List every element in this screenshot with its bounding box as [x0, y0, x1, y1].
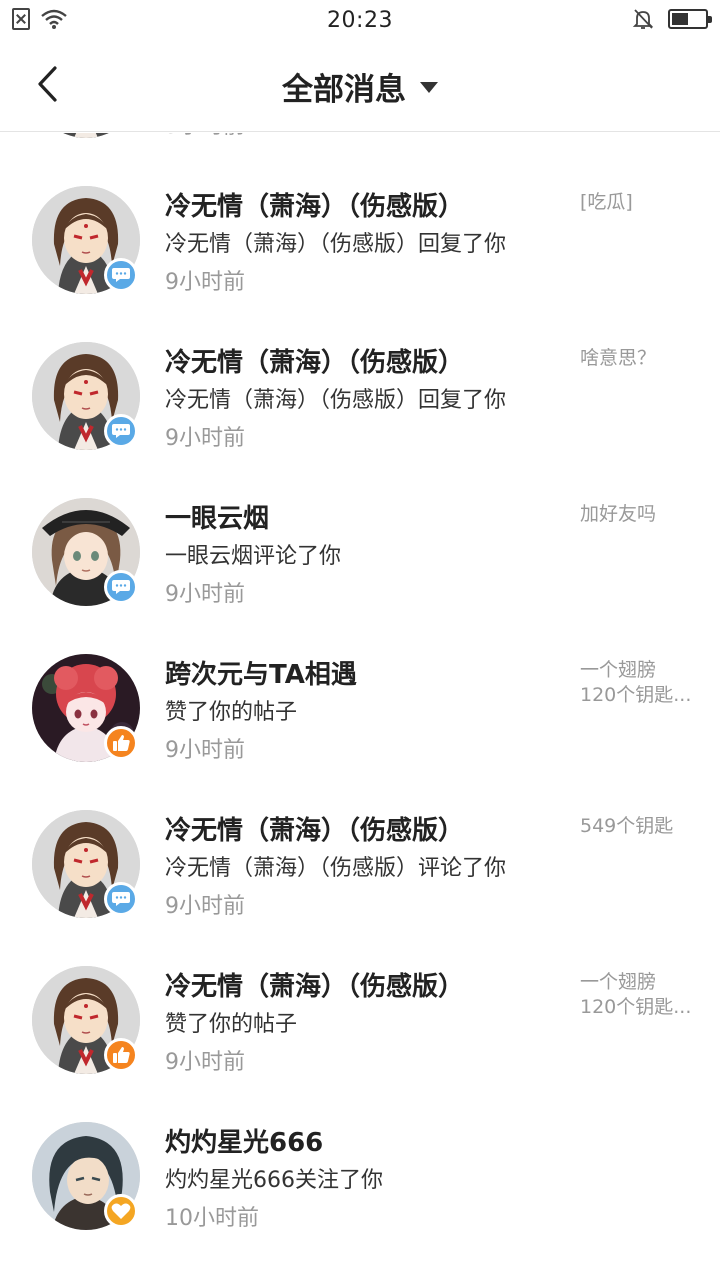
comment-badge: [104, 414, 138, 448]
message-time: 9小时前: [165, 582, 245, 607]
message-item[interactable]: 冷无情（萧海）（伤感版） 赞了你的帖子 9小时前 一个翅膀 120个钥匙...: [0, 964, 720, 1120]
message-preview: 一个翅膀 120个钥匙...: [580, 971, 692, 1018]
message-item[interactable]: 冷无情（萧海）（伤感版） 冷无情（萧海）（伤感版）评论了你 9小时前 549个钥…: [0, 808, 720, 964]
message-filter-dropdown[interactable]: 全部消息: [0, 64, 720, 109]
message-action: 一眼云烟评论了你: [165, 544, 342, 569]
sender-name: 一眼云烟: [165, 504, 270, 534]
sender-name: 冷无情（萧海）（伤感版）: [165, 972, 465, 1002]
comment-badge: [104, 570, 138, 604]
message-action: 冷无情（萧海）（伤感版）评论了你: [165, 856, 507, 881]
top-nav-bar: 全部消息: [0, 40, 720, 132]
sender-name: 跨次元与TA相遇: [165, 660, 357, 690]
battery-icon: [668, 9, 712, 29]
message-list[interactable]: 冷无情（萧海）（伤感版）回复了你 9小时前 冷无情（萧海）（伤感版） 冷无情（萧…: [0, 133, 720, 1280]
message-item[interactable]: 一眼云烟 一眼云烟评论了你 9小时前 加好友吗: [0, 496, 720, 652]
message-action: 灼灼星光666关注了你: [165, 1168, 383, 1193]
message-action: 赞了你的帖子: [165, 1012, 298, 1037]
sim-off-icon: [12, 8, 30, 30]
message-action: 冷无情（萧海）（伤感版）回复了你: [165, 388, 507, 413]
message-item[interactable]: 跨次元与TA相遇 赞了你的帖子 9小时前 一个翅膀 120个钥匙...: [0, 652, 720, 808]
message-action: 冷无情（萧海）（伤感版）回复了你: [165, 232, 507, 257]
like-badge: [104, 726, 138, 760]
message-time: 9小时前: [165, 270, 245, 295]
message-preview: 啥意思？: [580, 347, 657, 369]
status-right-icons: [632, 8, 712, 30]
comment-badge: [104, 882, 138, 916]
sender-name: 冷无情（萧海）（伤感版）: [165, 192, 465, 222]
chat-bubble-icon: [112, 580, 130, 594]
message-time: 9小时前: [165, 133, 245, 140]
chat-bubble-icon: [112, 424, 130, 438]
comment-badge: [104, 258, 138, 292]
thumbs-up-icon: [113, 735, 130, 751]
status-time: 20:23: [327, 7, 393, 33]
follow-badge: [104, 1194, 138, 1228]
message-time: 9小时前: [165, 1050, 245, 1075]
wifi-icon: [41, 9, 67, 29]
heart-icon: [111, 1203, 131, 1219]
message-list-content: 冷无情（萧海）（伤感版）回复了你 9小时前 冷无情（萧海）（伤感版） 冷无情（萧…: [0, 133, 720, 1276]
message-preview: [吃瓜]: [580, 191, 633, 213]
message-action: 赞了你的帖子: [165, 700, 298, 725]
message-item[interactable]: 灼灼星光666 灼灼星光666关注了你 10小时前: [0, 1120, 720, 1276]
battery-level: [672, 13, 688, 25]
sender-name: 灼灼星光666: [165, 1128, 324, 1158]
sender-name: 冷无情（萧海）（伤感版）: [165, 816, 465, 846]
thumbs-up-icon: [113, 1047, 130, 1063]
status-left-icons: [12, 8, 68, 30]
chat-bubble-icon: [112, 892, 130, 906]
chat-bubble-icon: [112, 268, 130, 282]
message-time: 9小时前: [165, 426, 245, 451]
message-preview: 一个翅膀 120个钥匙...: [580, 659, 692, 706]
status-bar: 20:23: [0, 0, 720, 40]
message-time: 9小时前: [165, 894, 245, 919]
message-preview: 加好友吗: [580, 503, 657, 525]
message-item[interactable]: 冷无情（萧海）（伤感版）回复了你 9小时前: [0, 133, 720, 184]
message-item[interactable]: 冷无情（萧海）（伤感版） 冷无情（萧海）（伤感版）回复了你 9小时前 啥意思？: [0, 340, 720, 496]
message-preview: 549个钥匙: [580, 815, 674, 837]
page-title: 全部消息: [282, 72, 406, 108]
message-time: 9小时前: [165, 738, 245, 763]
like-badge: [104, 1038, 138, 1072]
caret-down-icon: [420, 82, 438, 93]
sender-name: 冷无情（萧海）（伤感版）: [165, 348, 465, 378]
message-item[interactable]: 冷无情（萧海）（伤感版） 冷无情（萧海）（伤感版）回复了你 9小时前 [吃瓜]: [0, 184, 720, 340]
bell-muted-icon: [632, 9, 654, 29]
message-time: 10小时前: [165, 1206, 259, 1231]
comment-badge: [104, 133, 138, 136]
